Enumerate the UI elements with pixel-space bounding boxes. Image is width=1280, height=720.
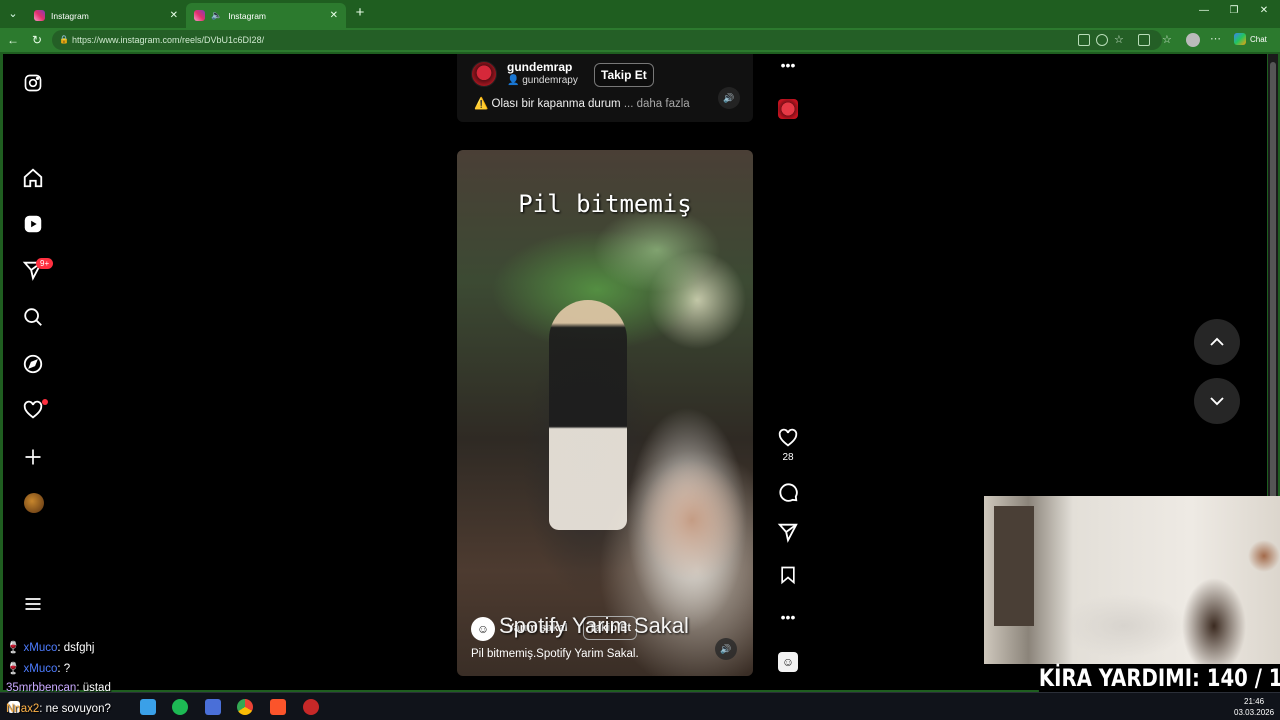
- brave-icon[interactable]: [270, 699, 286, 715]
- chat-badge-icon: 🍷: [6, 663, 24, 675]
- save-bookmark-icon[interactable]: [776, 564, 800, 591]
- follow-button[interactable]: Takip Et: [594, 63, 654, 87]
- app-install-icon[interactable]: [1078, 34, 1090, 46]
- chat-text: : dsfghj: [57, 642, 95, 654]
- share-icon[interactable]: [776, 521, 800, 548]
- calculator-icon[interactable]: [205, 699, 221, 715]
- audio-thumbnail[interactable]: ☺: [778, 652, 798, 672]
- browser-tab-2-active[interactable]: 🔈 Instagram ✕: [186, 3, 346, 28]
- volume-icon[interactable]: 🔊: [718, 87, 740, 109]
- url-text: https://www.instagram.com/reels/DVbU1c6D…: [72, 35, 265, 45]
- home-icon[interactable]: [21, 166, 45, 190]
- previous-reel-button[interactable]: [1194, 319, 1240, 365]
- chat-message: 🍷 xMuco: dsfghj: [6, 640, 94, 654]
- chat-message: Nnax2: ne sovuyon?: [6, 703, 111, 715]
- tab-title: Instagram: [228, 10, 267, 21]
- favorites-icon[interactable]: ☆: [1162, 34, 1174, 46]
- notification-dot: [42, 399, 48, 405]
- zoom-icon[interactable]: [1096, 34, 1108, 46]
- obs-icon[interactable]: [303, 699, 319, 715]
- messages-badge: 9+: [36, 258, 54, 269]
- chat-user: Nnax2: [6, 703, 40, 715]
- favorite-star-icon[interactable]: ☆: [1114, 34, 1126, 46]
- more-hamburger-icon[interactable]: [21, 592, 45, 616]
- clock-date: 03.03.2026: [1234, 708, 1275, 717]
- back-icon[interactable]: ←: [4, 32, 22, 48]
- author-avatar[interactable]: ☺: [471, 617, 495, 641]
- minimize-icon[interactable]: —: [1194, 5, 1214, 16]
- search-icon[interactable]: [21, 305, 45, 329]
- instagram-favicon-icon: [194, 10, 205, 21]
- video-overlay-text: Pil bitmemiş: [518, 190, 692, 218]
- like-count: 28: [782, 452, 794, 463]
- comment-icon[interactable]: [776, 481, 800, 508]
- mail-app-icon[interactable]: [140, 699, 156, 715]
- profile-avatar[interactable]: [24, 493, 44, 513]
- chrome-icon[interactable]: [237, 699, 253, 715]
- address-bar[interactable]: 🔒 https://www.instagram.com/reels/DVbU1c…: [52, 30, 1162, 50]
- video-watermark-text: Spotify Yarim Sakal: [499, 613, 689, 638]
- caption-text: ⚠️ Olası bir kapanma durum: [474, 98, 621, 110]
- reel-caption[interactable]: Pil bitmemiş.Spotify Yarim Sakal.: [471, 648, 639, 660]
- tab-title: Instagram: [51, 10, 89, 21]
- reel-username[interactable]: gundemrap: [507, 60, 572, 74]
- new-tab-icon[interactable]: +: [352, 5, 368, 21]
- rent-goal-banner: KİRA YARDIMI: 140 / 145: [1038, 664, 1280, 692]
- chat-user: xMuco: [23, 642, 58, 654]
- browser-tab-bar: ⌄ Instagram ✕ 🔈 Instagram ✕ + — ❐ ✕: [0, 0, 1280, 28]
- more-options-icon[interactable]: •••: [776, 609, 800, 625]
- spotify-icon[interactable]: [172, 699, 188, 715]
- system-clock[interactable]: 21:46 03.03.2026: [1234, 696, 1274, 718]
- chat-label: Chat: [1250, 34, 1267, 44]
- windows-taskbar: Nnax2: ne sovuyon? 21:46 03.03.2026: [0, 692, 1280, 720]
- reel-author[interactable]: ☺: [471, 617, 495, 641]
- chat-text: : ?: [57, 663, 71, 675]
- instagram-favicon-icon: [34, 10, 45, 21]
- close-tab-icon[interactable]: ✕: [170, 10, 178, 21]
- browser-toolbar: ← ↻ 🔒 https://www.instagram.com/reels/DV…: [0, 28, 1280, 52]
- tab-list-chevron-icon[interactable]: ⌄: [4, 5, 22, 23]
- reels-icon[interactable]: [21, 212, 45, 236]
- user-avatar[interactable]: [471, 61, 497, 87]
- explore-compass-icon[interactable]: [21, 352, 45, 376]
- copilot-chat-button[interactable]: Chat: [1234, 33, 1267, 45]
- audio-playing-icon[interactable]: 🔈: [211, 10, 222, 21]
- restore-icon[interactable]: ❐: [1224, 5, 1244, 16]
- screen: ⌄ Instagram ✕ 🔈 Instagram ✕ + — ❐ ✕ ← ↻ …: [0, 0, 1280, 720]
- webcam-background-door: [994, 506, 1034, 626]
- person-icon: 👤: [507, 75, 523, 86]
- site-info-icon[interactable]: 🔒: [59, 30, 69, 50]
- audio-username: gundemrapy: [522, 75, 578, 86]
- audio-thumbnail[interactable]: [778, 99, 798, 119]
- more-menu-icon[interactable]: ⋯: [1210, 34, 1222, 46]
- reel-audio-username[interactable]: 👤 gundemrapy: [507, 75, 578, 86]
- copilot-icon: [1234, 33, 1246, 45]
- next-reel-button[interactable]: [1194, 378, 1240, 424]
- webcam-overlay: [984, 496, 1280, 664]
- chat-badge-icon: 🍷: [6, 642, 24, 654]
- reel-video[interactable]: Pil bitmemiş ☺ Yarım sakal Takip Et Spot…: [457, 150, 753, 676]
- clock-time: 21:46: [1244, 697, 1265, 706]
- close-tab-icon[interactable]: ✕: [330, 10, 338, 21]
- previous-reel-card: gundemrap 👤 gundemrapy Takip Et ⚠️ Olası…: [457, 54, 753, 122]
- profile-avatar-icon[interactable]: [1186, 33, 1200, 47]
- reel-caption[interactable]: ⚠️ Olası bir kapanma durum ... daha fazl…: [474, 96, 690, 110]
- more-options-icon[interactable]: •••: [776, 57, 800, 73]
- instagram-logo-icon[interactable]: [21, 71, 45, 95]
- create-plus-icon[interactable]: [21, 445, 45, 469]
- show-more-link[interactable]: ... daha fazla: [624, 98, 690, 110]
- chat-message: 🍷 xMuco: ?: [6, 661, 70, 675]
- volume-icon[interactable]: 🔊: [715, 638, 737, 660]
- like-heart-icon[interactable]: [776, 427, 800, 454]
- chat-user: xMuco: [23, 663, 58, 675]
- close-window-icon[interactable]: ✕: [1254, 5, 1274, 16]
- reload-icon[interactable]: ↻: [28, 32, 46, 48]
- extensions-icon[interactable]: [1138, 34, 1150, 46]
- chat-text: : ne sovuyon?: [39, 703, 111, 715]
- browser-tab-1[interactable]: Instagram ✕: [26, 3, 186, 28]
